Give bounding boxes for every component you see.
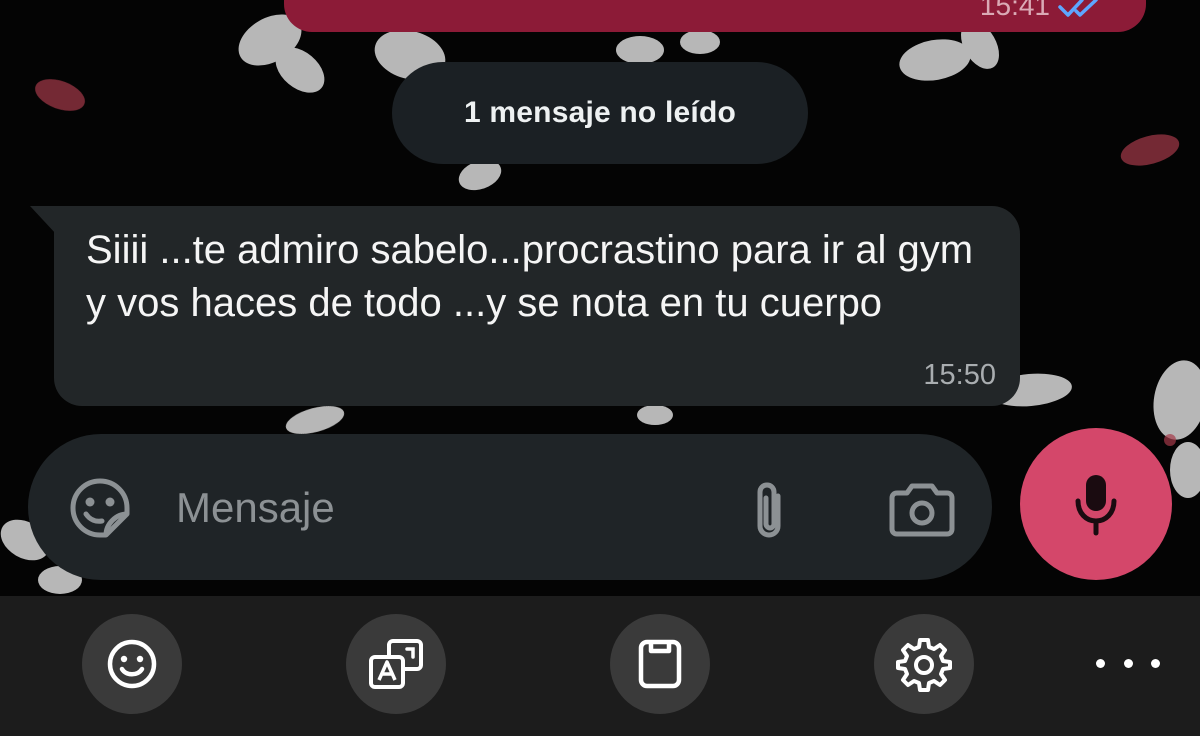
message-time: 15:50 [923, 359, 996, 391]
keyboard-settings-button[interactable] [874, 614, 974, 714]
outgoing-message-bubble[interactable]: 15:41 [284, 0, 1146, 32]
translate-icon [369, 639, 423, 689]
double-check-icon [1058, 0, 1098, 17]
clipboard-button[interactable] [610, 614, 710, 714]
incoming-message-bubble[interactable]: Siiii ...te admiro sabelo...procrastino … [54, 206, 1020, 406]
unread-separator-label: 1 mensaje no leído [463, 96, 737, 129]
voice-record-button[interactable] [1020, 428, 1172, 580]
bubble-tail [30, 206, 56, 234]
settings-gear-icon [896, 638, 952, 692]
microphone-icon [1075, 475, 1117, 536]
more-options-icon[interactable] [1096, 646, 1160, 680]
camera-icon[interactable] [888, 482, 956, 538]
emoji-keyboard-button[interactable] [82, 614, 182, 714]
translate-button[interactable] [346, 614, 446, 714]
smiley-icon [107, 639, 157, 689]
message-text: Siiii ...te admiro sabelo...procrastino … [86, 228, 974, 325]
unread-separator: 1 mensaje no leído [392, 62, 808, 164]
keyboard-toolbar [0, 596, 1200, 736]
message-time: 15:41 [979, 0, 1050, 21]
clipboard-icon [638, 639, 682, 689]
sticker-emoji-icon[interactable] [68, 476, 132, 540]
message-input[interactable] [176, 482, 696, 534]
message-composer [28, 434, 992, 580]
paperclip-icon[interactable] [748, 478, 792, 544]
